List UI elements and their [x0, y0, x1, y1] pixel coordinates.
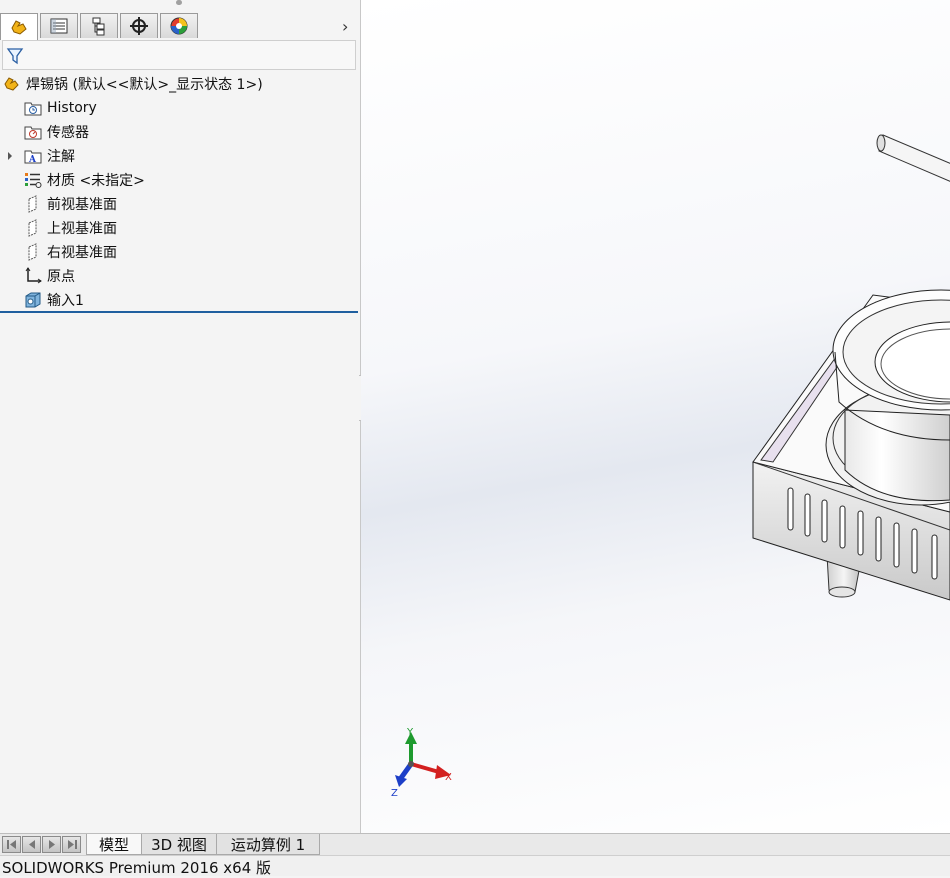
rollback-bar[interactable] [0, 311, 358, 313]
history-folder-icon [24, 102, 42, 116]
tab-property-manager[interactable] [40, 13, 78, 38]
tab-model[interactable]: 模型 [86, 834, 142, 855]
graphics-area[interactable]: Y X Z [361, 0, 950, 833]
tree-item-imported1[interactable]: 输入1 [24, 289, 84, 311]
svg-text:A: A [28, 155, 37, 165]
triad-x-label: X [445, 772, 452, 783]
chevron-right-icon[interactable]: › [342, 17, 348, 36]
tab-display-manager[interactable] [160, 13, 198, 38]
prev-tab-button[interactable] [22, 836, 41, 853]
tree-item-top-plane[interactable]: 上视基准面 [24, 217, 117, 239]
first-tab-button[interactable] [2, 836, 21, 853]
plane-icon [28, 219, 37, 237]
tree-item-history[interactable]: History [24, 97, 97, 119]
triad-y-label: Y [406, 727, 414, 738]
tab-dimxpert[interactable] [120, 13, 158, 38]
tree-item-annotations[interactable]: A 注解 [5, 145, 75, 167]
next-icon [48, 840, 55, 849]
bottom-tab-bar: 模型 3D 视图 运动算例 1 [0, 833, 950, 856]
tab-configuration-manager[interactable] [80, 13, 118, 38]
next-tab-button[interactable] [42, 836, 61, 853]
tree-item-material[interactable]: 材质 <未指定> [24, 169, 145, 191]
plane-icon [28, 243, 37, 261]
triad-z-label: Z [391, 788, 398, 799]
tree-item-front-plane[interactable]: 前视基准面 [24, 193, 117, 215]
tab-3d-view[interactable]: 3D 视图 [141, 834, 217, 855]
first-icon [6, 840, 16, 849]
prev-icon [28, 840, 35, 849]
expand-arrow-icon[interactable] [5, 151, 15, 161]
configuration-manager-icon [92, 17, 105, 36]
tree-item-origin[interactable]: 原点 [24, 265, 75, 287]
tree-item-sensors[interactable]: 传感器 [24, 121, 89, 143]
model-view: Y X Z [391, 134, 950, 799]
imported-body-icon [25, 292, 41, 308]
annotation-folder-icon: A [24, 150, 42, 165]
tab-feature-manager[interactable] [0, 13, 38, 40]
last-icon [67, 840, 77, 849]
origin-icon [25, 267, 42, 284]
tab-motion-study-1[interactable]: 运动算例 1 [216, 834, 320, 855]
filter-icon[interactable] [6, 47, 24, 65]
property-manager-icon [50, 18, 68, 34]
display-manager-icon [170, 17, 188, 35]
feature-manager-panel: › 焊锡锅 (默认<<默认>_显示状态 1>) History 传感器 A 注解… [0, 0, 361, 833]
tree-root-item[interactable]: 焊锡锅 (默认<<默认>_显示状态 1>) [3, 73, 263, 95]
sensor-folder-icon [24, 126, 42, 140]
tree-filter-bar[interactable] [2, 40, 356, 70]
handle-rod [876, 134, 950, 182]
dimxpert-icon [130, 17, 148, 35]
material-icon [25, 173, 42, 188]
feature-manager-icon [11, 20, 27, 35]
tree-root-label: 焊锡锅 (默认<<默认>_显示状态 1>) [26, 77, 263, 93]
plane-icon [28, 195, 37, 213]
manager-tabs: › [0, 13, 360, 40]
tree-item-right-plane[interactable]: 右视基准面 [24, 241, 117, 263]
part-icon [4, 77, 19, 91]
last-tab-button[interactable] [62, 836, 81, 853]
panel-grip[interactable] [176, 0, 182, 5]
status-bar: SOLIDWORKS Premium 2016 x64 版 [0, 855, 950, 877]
view-triad: Y X Z [391, 727, 452, 799]
